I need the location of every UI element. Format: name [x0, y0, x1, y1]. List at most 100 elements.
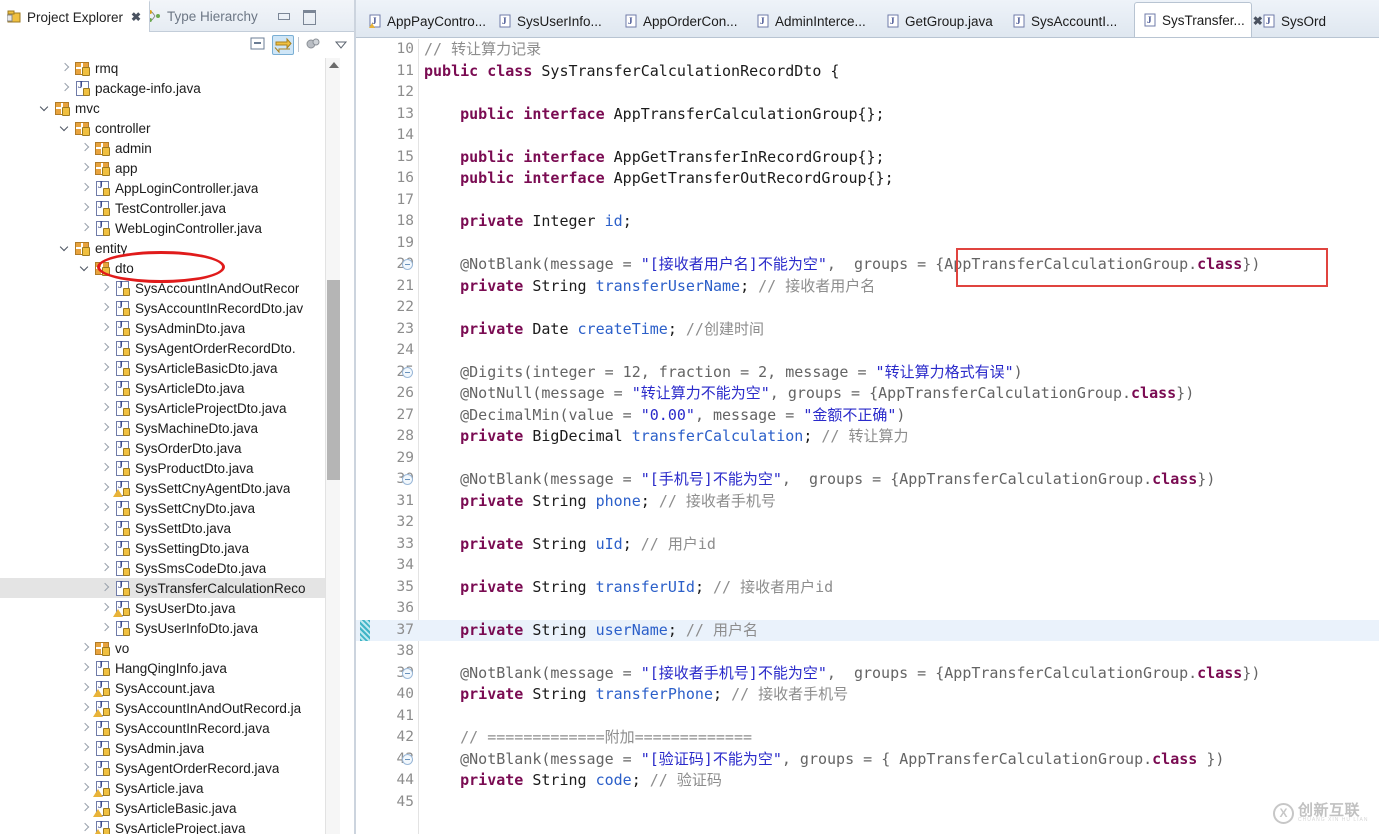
code-line[interactable]: 22 — [356, 297, 1379, 319]
chevron-right-icon[interactable] — [80, 823, 91, 834]
project-tree[interactable]: rmqpackage-info.javamvccontrolleradminap… — [0, 58, 338, 834]
tree-item[interactable]: admin — [0, 138, 338, 158]
scrollbar-thumb[interactable] — [327, 280, 340, 480]
code-line[interactable]: 28 private BigDecimal transferCalculatio… — [356, 426, 1379, 448]
code-line[interactable]: 40 private String transferPhone; // 接收者手… — [356, 684, 1379, 706]
tree-item[interactable]: controller — [0, 118, 338, 138]
code-line[interactable]: 34 — [356, 555, 1379, 577]
minimize-button[interactable] — [275, 9, 291, 23]
code-line[interactable]: 14 — [356, 125, 1379, 147]
editor-tab[interactable]: JAdminInterce... — [748, 4, 876, 38]
chevron-right-icon[interactable] — [100, 423, 111, 434]
code-line[interactable]: 43 @NotBlank(message = "[验证码]不能为空", grou… — [356, 749, 1379, 771]
tree-item[interactable]: SysOrderDto.java — [0, 438, 338, 458]
code-line[interactable]: 38 — [356, 641, 1379, 663]
code-line[interactable]: 21 private String transferUserName; // 接… — [356, 276, 1379, 298]
tab-project-explorer[interactable]: Project Explorer ✖ — [0, 0, 150, 32]
chevron-right-icon[interactable] — [80, 163, 91, 174]
chevron-right-icon[interactable] — [80, 683, 91, 694]
fold-collapse-icon[interactable] — [402, 367, 413, 378]
tree-item[interactable]: SysAdminDto.java — [0, 318, 338, 338]
code-line[interactable]: 26 @NotNull(message = "转让算力不能为空", groups… — [356, 383, 1379, 405]
tree-item[interactable]: SysArticleBasic.java — [0, 798, 338, 818]
chevron-right-icon[interactable] — [80, 643, 91, 654]
code-line[interactable]: 17 — [356, 190, 1379, 212]
editor-tab[interactable]: JAppPayContro... — [360, 4, 488, 38]
tree-item[interactable]: SysAgentOrderRecordDto. — [0, 338, 338, 358]
code-line[interactable]: 11public class SysTransferCalculationRec… — [356, 61, 1379, 83]
code-line[interactable]: 29 — [356, 448, 1379, 470]
tree-item[interactable]: SysAccount.java — [0, 678, 338, 698]
tree-item[interactable]: SysSettingDto.java — [0, 538, 338, 558]
chevron-right-icon[interactable] — [60, 83, 71, 94]
code-line[interactable]: 32 — [356, 512, 1379, 534]
tree-item[interactable]: SysAccountInRecordDto.jav — [0, 298, 338, 318]
tree-item[interactable]: SysSettCnyDto.java — [0, 498, 338, 518]
code-line[interactable]: 37 private String userName; // 用户名 — [356, 620, 1379, 642]
fold-collapse-icon[interactable] — [402, 474, 413, 485]
code-line[interactable]: 18 private Integer id; — [356, 211, 1379, 233]
chevron-down-icon[interactable] — [80, 263, 91, 274]
chevron-right-icon[interactable] — [100, 403, 111, 414]
tree-item[interactable]: SysArticleBasicDto.java — [0, 358, 338, 378]
chevron-right-icon[interactable] — [100, 303, 111, 314]
tree-item[interactable]: SysAccountInRecord.java — [0, 718, 338, 738]
code-line[interactable]: 30 @NotBlank(message = "[手机号]不能为空", grou… — [356, 469, 1379, 491]
code-editor[interactable]: 10// 转让算力记录11public class SysTransferCal… — [356, 39, 1379, 834]
tree-item[interactable]: SysSmsCodeDto.java — [0, 558, 338, 578]
code-line[interactable]: 36 — [356, 598, 1379, 620]
view-menu-button[interactable] — [331, 35, 353, 55]
editor-tab[interactable]: JSysOrd — [1254, 4, 1324, 38]
code-line[interactable]: 31 private String phone; // 接收者手机号 — [356, 491, 1379, 513]
code-line[interactable]: 24 — [356, 340, 1379, 362]
tree-scrollbar[interactable] — [325, 58, 340, 834]
tree-item[interactable]: package-info.java — [0, 78, 338, 98]
chevron-right-icon[interactable] — [80, 143, 91, 154]
tree-item[interactable]: HangQingInfo.java — [0, 658, 338, 678]
tree-item[interactable]: SysProductDto.java — [0, 458, 338, 478]
editor-tab[interactable]: JGetGroup.java — [878, 4, 1002, 38]
code-line[interactable]: 35 private String transferUId; // 接收者用户i… — [356, 577, 1379, 599]
focus-on-active-task-button[interactable] — [303, 35, 325, 55]
chevron-right-icon[interactable] — [100, 603, 111, 614]
code-line[interactable]: 45 — [356, 792, 1379, 814]
code-line[interactable]: 15 public interface AppGetTransferInReco… — [356, 147, 1379, 169]
chevron-right-icon[interactable] — [60, 63, 71, 74]
tree-item[interactable]: AppLoginController.java — [0, 178, 338, 198]
chevron-right-icon[interactable] — [100, 323, 111, 334]
code-line[interactable]: 20 @NotBlank(message = "[接收者用户名]不能为空", g… — [356, 254, 1379, 276]
chevron-down-icon[interactable] — [60, 243, 71, 254]
code-line[interactable]: 39 @NotBlank(message = "[接收者手机号]不能为空", g… — [356, 663, 1379, 685]
tab-type-hierarchy[interactable]: Type Hierarchy — [140, 0, 280, 32]
chevron-right-icon[interactable] — [100, 283, 111, 294]
tree-item[interactable]: vo — [0, 638, 338, 658]
collapse-all-button[interactable] — [248, 35, 270, 55]
chevron-right-icon[interactable] — [80, 723, 91, 734]
tree-item[interactable]: SysSettDto.java — [0, 518, 338, 538]
chevron-right-icon[interactable] — [100, 363, 111, 374]
tree-item[interactable]: mvc — [0, 98, 338, 118]
code-lines[interactable]: 10// 转让算力记录11public class SysTransferCal… — [356, 39, 1379, 813]
tree-item[interactable]: SysArticleProjectDto.java — [0, 398, 338, 418]
code-line[interactable]: 16 public interface AppGetTransferOutRec… — [356, 168, 1379, 190]
chevron-right-icon[interactable] — [80, 203, 91, 214]
code-line[interactable]: 33 private String uId; // 用户id — [356, 534, 1379, 556]
tree-item[interactable]: TestController.java — [0, 198, 338, 218]
chevron-right-icon[interactable] — [80, 223, 91, 234]
chevron-right-icon[interactable] — [80, 703, 91, 714]
chevron-right-icon[interactable] — [80, 183, 91, 194]
code-line[interactable]: 10// 转让算力记录 — [356, 39, 1379, 61]
fold-collapse-icon[interactable] — [402, 754, 413, 765]
fold-collapse-icon[interactable] — [402, 259, 413, 270]
tree-item[interactable]: WebLoginController.java — [0, 218, 338, 238]
chevron-right-icon[interactable] — [100, 463, 111, 474]
chevron-down-icon[interactable] — [60, 123, 71, 134]
chevron-right-icon[interactable] — [100, 543, 111, 554]
chevron-right-icon[interactable] — [100, 583, 111, 594]
tree-item[interactable]: SysTransferCalculationReco — [0, 578, 338, 598]
chevron-right-icon[interactable] — [80, 783, 91, 794]
chevron-right-icon[interactable] — [100, 563, 111, 574]
tree-item[interactable]: SysMachineDto.java — [0, 418, 338, 438]
chevron-right-icon[interactable] — [100, 623, 111, 634]
tree-item[interactable]: SysSettCnyAgentDto.java — [0, 478, 338, 498]
